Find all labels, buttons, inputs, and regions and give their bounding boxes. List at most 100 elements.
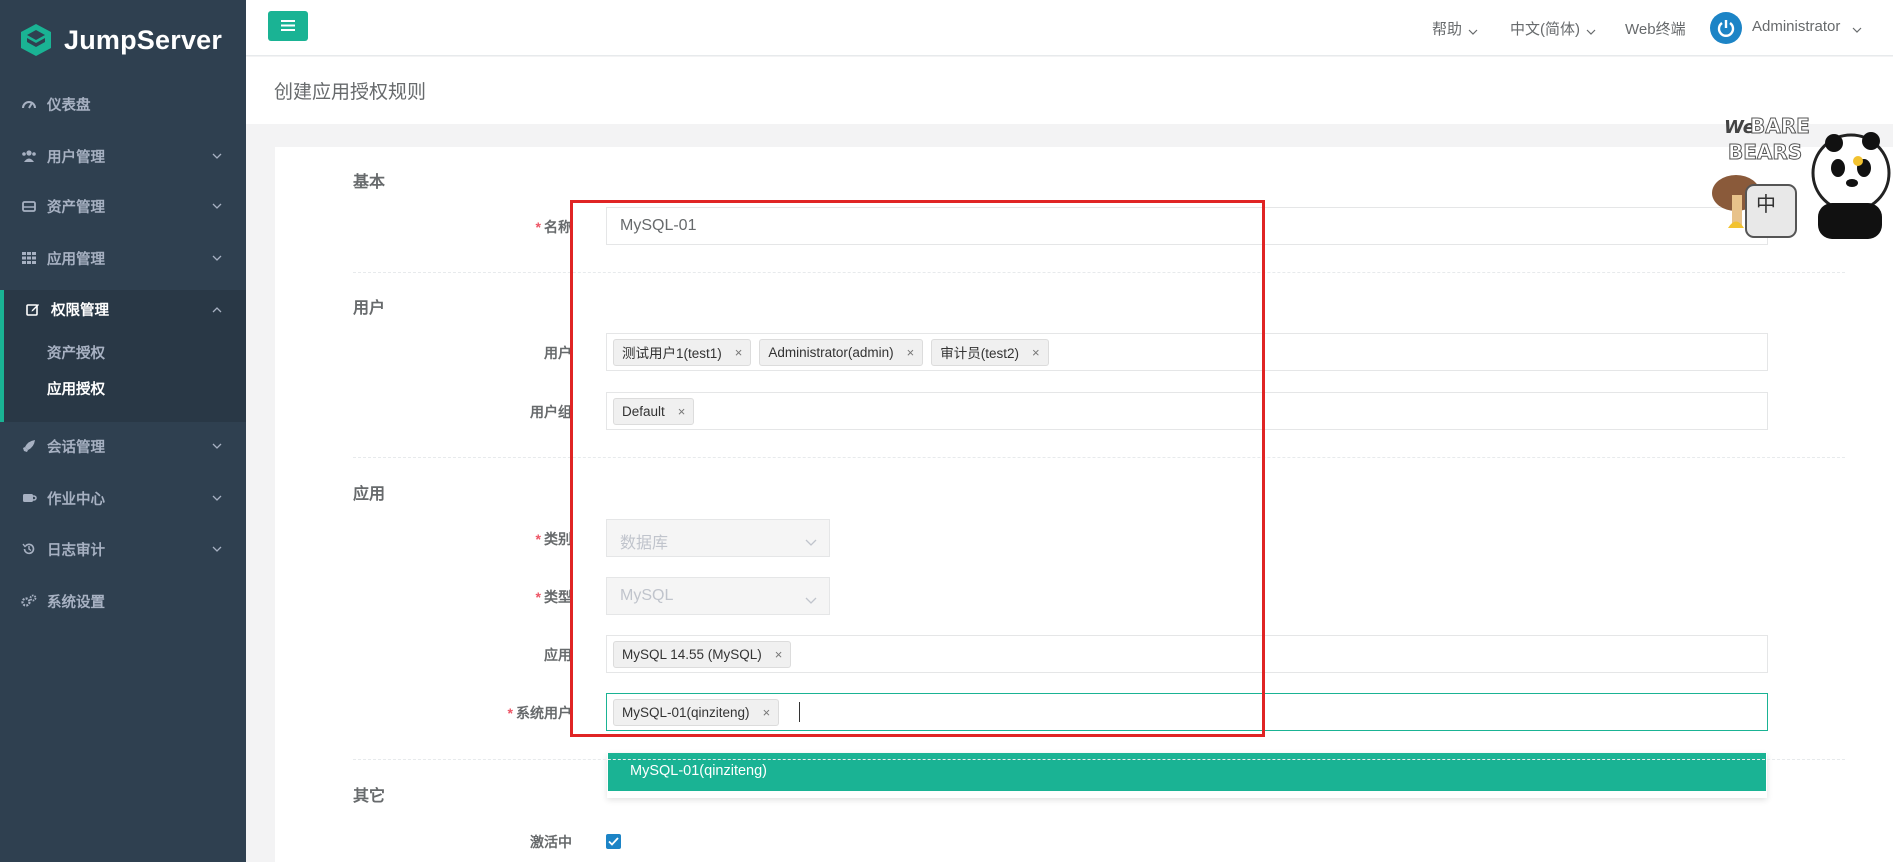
svg-text:BEARS: BEARS	[1728, 140, 1802, 164]
divider	[353, 759, 1845, 760]
system-users-label: * 系统用户	[507, 705, 572, 721]
jumpserver-logo-icon	[18, 22, 54, 58]
sidebar-item-settings[interactable]: 系统设置	[0, 581, 246, 621]
page-title: 创建应用授权规则	[274, 82, 427, 103]
system-user-tag: MySQL-01(qinziteng) ×	[613, 698, 780, 726]
category-select[interactable]: 数据库	[606, 519, 830, 557]
sidebar-item-label: 日志审计	[47, 542, 105, 559]
user-groups-label: 用户组	[530, 404, 572, 420]
applications-label: 应用	[544, 647, 572, 663]
applications-select[interactable]: MySQL 14.55 (MySQL) ×	[606, 635, 1768, 673]
type-label: * 类型	[535, 589, 572, 605]
sidebar-item-label: 资产管理	[47, 199, 105, 216]
menu-icon	[281, 18, 295, 34]
sidebar-item-dashboard[interactable]: 仪表盘	[0, 84, 246, 124]
sidebar-item-label: 作业中心	[47, 491, 105, 508]
chevron-down-icon	[1468, 24, 1478, 35]
sidebar-item-sessions[interactable]: 会话管理	[0, 426, 246, 466]
chevron-down-icon	[212, 542, 222, 552]
grid-icon	[20, 252, 38, 264]
user-groups-select[interactable]: Default ×	[606, 392, 1768, 430]
chevron-down-icon	[212, 199, 222, 209]
users-label: 用户	[544, 345, 572, 361]
user-group-tag: Default ×	[613, 397, 695, 425]
coffee-icon	[20, 492, 38, 504]
page-header: 创建应用授权规则	[246, 57, 1893, 124]
sidebar-subitem-app-permission[interactable]: 应用授权	[47, 378, 105, 399]
menu-toggle-button[interactable]	[268, 11, 308, 41]
application-tag: MySQL 14.55 (MySQL) ×	[613, 640, 792, 668]
type-select[interactable]: MySQL	[606, 577, 830, 615]
remove-tag-icon[interactable]: ×	[678, 404, 686, 419]
web-terminal-label: Web终端	[1625, 21, 1686, 38]
sidebar-item-label: 系统设置	[47, 594, 105, 611]
avatar[interactable]	[1710, 12, 1742, 44]
top-navbar: 帮助 中文(简体) Web终端 Administrator	[246, 0, 1893, 56]
sidebar-item-label: 会话管理	[47, 439, 105, 456]
section-title-basic: 基本	[353, 174, 386, 191]
sidebar-item-applications[interactable]: 应用管理	[0, 238, 246, 278]
chevron-down-icon	[212, 439, 222, 449]
sidebar-subitem-asset-permission[interactable]: 资产授权	[47, 342, 105, 363]
user-tag: Administrator(admin) ×	[759, 338, 924, 366]
permissions-submenu: 资产授权 应用授权	[0, 328, 246, 422]
active-checkbox[interactable]	[606, 834, 621, 849]
rocket-icon	[20, 439, 38, 453]
users-icon	[20, 150, 38, 162]
active-label: 激活中	[530, 834, 572, 850]
sidebar-item-permissions[interactable]: 权限管理	[0, 290, 246, 328]
gears-icon	[20, 594, 38, 608]
power-icon	[1717, 20, 1735, 37]
chevron-down-icon	[212, 149, 222, 159]
name-label: * 名称	[535, 219, 572, 235]
user-menu[interactable]: Administrator	[1752, 18, 1862, 35]
remove-tag-icon[interactable]: ×	[763, 705, 771, 720]
history-icon	[20, 542, 38, 556]
sidebar: JumpServer 仪表盘 用户管理 资产管理 应用管理 权限管理 资产授权 …	[0, 0, 246, 862]
sidebar-item-label: 权限管理	[51, 302, 109, 319]
user-name: Administrator	[1752, 18, 1841, 35]
remove-tag-icon[interactable]: ×	[1032, 345, 1040, 360]
chevron-down-icon	[805, 534, 817, 546]
remove-tag-icon[interactable]: ×	[775, 647, 783, 662]
system-users-select[interactable]: MySQL-01(qinziteng) ×	[606, 693, 1768, 731]
name-input[interactable]: MySQL-01	[606, 207, 1768, 245]
users-select[interactable]: 测试用户1(test1) × Administrator(admin) × 审计员(…	[606, 333, 1768, 371]
chevron-down-icon	[1852, 22, 1862, 33]
sidebar-item-label: 用户管理	[47, 149, 105, 166]
check-icon	[608, 837, 619, 846]
user-tag: 审计员(test2) ×	[931, 338, 1049, 366]
user-tag: 测试用户1(test1) ×	[613, 338, 752, 366]
language-menu[interactable]: 中文(简体)	[1510, 18, 1596, 39]
chevron-up-icon	[212, 303, 222, 313]
brand-name: JumpServer	[64, 24, 223, 55]
section-title-app: 应用	[353, 486, 386, 503]
sidebar-item-label: 仪表盘	[47, 97, 91, 114]
help-menu[interactable]: 帮助	[1432, 18, 1478, 39]
sidebar-item-users[interactable]: 用户管理	[0, 136, 246, 176]
edit-icon	[24, 302, 42, 316]
remove-tag-icon[interactable]: ×	[907, 345, 915, 360]
section-title-user: 用户	[353, 300, 386, 317]
text-cursor	[799, 702, 801, 722]
chevron-down-icon	[212, 251, 222, 261]
language-label: 中文(简体)	[1510, 21, 1580, 38]
remove-tag-icon[interactable]: ×	[735, 345, 743, 360]
chevron-down-icon	[805, 592, 817, 604]
section-title-other: 其它	[353, 788, 386, 805]
logo[interactable]: JumpServer	[0, 0, 246, 80]
chevron-down-icon	[212, 491, 222, 501]
svg-text:BARE: BARE	[1750, 114, 1810, 138]
sidebar-item-audit-logs[interactable]: 日志审计	[0, 529, 246, 569]
required-mark: *	[535, 219, 541, 235]
web-terminal-link[interactable]: Web终端	[1625, 18, 1686, 39]
required-mark: *	[535, 589, 541, 605]
help-label: 帮助	[1432, 21, 1463, 38]
bears-sticker-image: 中 We BARE BEARS	[1706, 103, 1892, 243]
divider	[353, 272, 1845, 273]
sidebar-item-jobs[interactable]: 作业中心	[0, 478, 246, 518]
chevron-down-icon	[1586, 24, 1596, 35]
required-mark: *	[507, 705, 513, 721]
dashboard-icon	[20, 98, 38, 110]
sidebar-item-assets[interactable]: 资产管理	[0, 186, 246, 226]
